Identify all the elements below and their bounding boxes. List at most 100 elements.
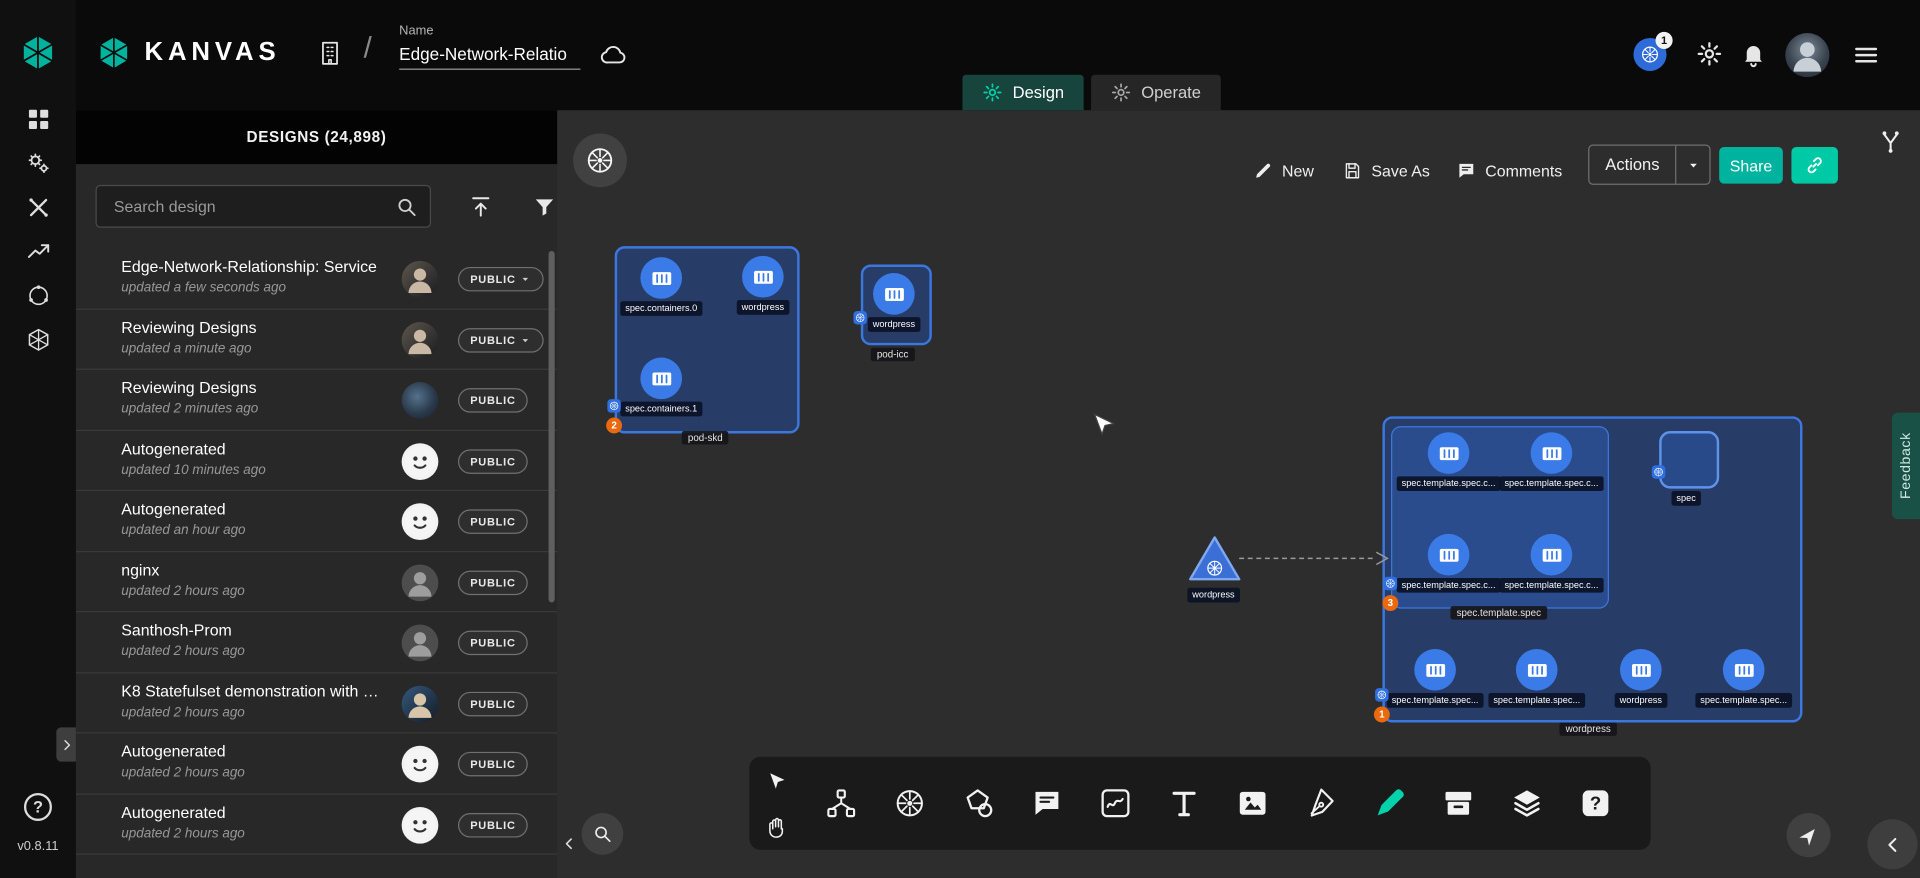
container-node[interactable] xyxy=(640,358,682,400)
performance-icon xyxy=(25,238,51,264)
cloud-sync-icon xyxy=(599,40,628,69)
container-node[interactable] xyxy=(873,273,915,315)
settings-gear-icon[interactable] xyxy=(1696,40,1723,67)
rail-item-lifecycle[interactable] xyxy=(23,149,52,176)
toolbox-icon xyxy=(25,194,51,220)
rail-item-dashboard[interactable] xyxy=(23,105,52,132)
visibility-badge[interactable]: PUBLIC xyxy=(458,752,528,776)
design-list-item[interactable]: Edge-Network-Relationship: Serviceupdate… xyxy=(76,249,557,310)
tool-text[interactable] xyxy=(1166,785,1203,822)
container-node[interactable] xyxy=(640,257,682,299)
hand-icon xyxy=(764,816,788,840)
tool-select[interactable] xyxy=(762,768,791,797)
import-design-icon[interactable] xyxy=(468,193,494,220)
tool-flow[interactable] xyxy=(823,785,860,822)
visibility-badge[interactable]: PUBLIC xyxy=(458,328,544,352)
design-name: Autogenerated xyxy=(121,500,225,518)
tool-pen[interactable] xyxy=(1303,785,1340,822)
user-avatar[interactable] xyxy=(1785,33,1829,77)
tab-design[interactable]: Design xyxy=(962,75,1083,111)
cursor-arrow-icon xyxy=(764,770,788,794)
designs-panel: DESIGNS (24,898) Edge-Network-Relationsh… xyxy=(76,110,557,878)
visibility-badge[interactable]: PUBLIC xyxy=(458,509,528,533)
container-node[interactable] xyxy=(1516,649,1558,691)
visibility-label: PUBLIC xyxy=(470,758,515,770)
tool-media[interactable] xyxy=(1234,785,1271,822)
chat-icon xyxy=(1030,786,1064,820)
panel-scrollbar[interactable] xyxy=(549,251,555,602)
visibility-badge[interactable]: PUBLIC xyxy=(458,449,528,473)
container-node[interactable] xyxy=(1531,534,1573,576)
service-node[interactable] xyxy=(1188,534,1242,583)
search-icon[interactable] xyxy=(395,194,419,218)
tool-drawer[interactable] xyxy=(1440,785,1477,822)
search-box xyxy=(96,185,432,228)
design-list-item[interactable]: nginxupdated 2 hours agoPUBLIC xyxy=(76,552,557,613)
design-name-input[interactable] xyxy=(399,42,580,70)
container-node[interactable] xyxy=(1414,649,1456,691)
rail-item-meshery[interactable] xyxy=(23,326,52,353)
tool-layers[interactable] xyxy=(1509,785,1546,822)
visibility-label: PUBLIC xyxy=(470,394,515,406)
hamburger-menu-icon[interactable] xyxy=(1851,40,1880,69)
shapes-icon xyxy=(961,786,995,820)
container-label: spec.template.spec.c... xyxy=(1397,476,1501,491)
design-list-item[interactable]: K8 Statefulset demonstration with moupda… xyxy=(76,673,557,734)
search-input[interactable] xyxy=(111,196,394,217)
tool-kubernetes[interactable] xyxy=(891,785,928,822)
tool-marker[interactable] xyxy=(1371,785,1408,822)
container-label: spec.template.spec... xyxy=(1387,693,1484,708)
rail-item-mesh[interactable] xyxy=(23,282,52,309)
filter-icon[interactable] xyxy=(531,193,557,220)
k8s-badge-icon xyxy=(607,399,620,412)
container-node[interactable] xyxy=(742,256,784,298)
rail-item-toolbox[interactable] xyxy=(23,193,52,220)
edge-connector xyxy=(1237,546,1391,570)
visibility-label: PUBLIC xyxy=(470,576,515,588)
design-list-item[interactable]: Reviewing Designsupdated 2 minutes agoPU… xyxy=(76,370,557,431)
container-node[interactable] xyxy=(1723,649,1765,691)
design-list-item[interactable]: Reviewing Designsupdated a minute agoPUB… xyxy=(76,309,557,370)
design-list-item[interactable]: Santhosh-Promupdated 2 hours agoPUBLIC xyxy=(76,612,557,673)
help-icon[interactable]: ? xyxy=(21,790,55,824)
container-node[interactable] xyxy=(1428,432,1470,474)
design-updated-text: updated 2 minutes ago xyxy=(121,402,258,417)
tool-doodle[interactable] xyxy=(1097,785,1134,822)
visibility-badge[interactable]: PUBLIC xyxy=(458,388,528,412)
drawer-icon xyxy=(1441,786,1475,820)
meshery-logo-icon[interactable] xyxy=(18,33,57,72)
visibility-badge[interactable]: PUBLIC xyxy=(458,570,528,594)
caret-down-icon xyxy=(519,273,531,285)
k8s-badge-icon xyxy=(1652,465,1665,478)
meshery-icon xyxy=(25,326,51,352)
k8s-config-node[interactable] xyxy=(1659,431,1719,489)
design-name: Autogenerated xyxy=(121,742,225,760)
design-list-item[interactable]: Autogeneratedupdated 2 hours agoPUBLIC xyxy=(76,794,557,855)
design-updated-text: updated an hour ago xyxy=(121,523,245,538)
tool-pan[interactable] xyxy=(762,813,791,842)
visibility-badge[interactable]: PUBLIC xyxy=(458,631,528,655)
design-name: Santhosh-Prom xyxy=(121,621,232,639)
design-list-item[interactable]: Autogenerated updated an hour ago PUBLIC xyxy=(76,491,557,552)
container-node[interactable] xyxy=(1531,432,1573,474)
kanvas-logo-icon xyxy=(96,34,133,71)
visibility-badge[interactable]: PUBLIC xyxy=(458,267,544,291)
design-list-item[interactable]: Autogeneratedupdated 2 hours agoPUBLIC xyxy=(76,733,557,794)
tool-chat[interactable] xyxy=(1029,785,1066,822)
brand[interactable]: KANVAS xyxy=(96,34,281,71)
container-node[interactable] xyxy=(1620,649,1662,691)
avatar-silhouette-icon xyxy=(1785,33,1829,77)
rail-item-performance[interactable] xyxy=(23,238,52,265)
organization-icon[interactable] xyxy=(316,39,344,67)
feedback-tab[interactable]: Feedback xyxy=(1892,413,1920,520)
container-node[interactable] xyxy=(1428,534,1470,576)
container-label: spec.containers.0 xyxy=(620,301,702,316)
notifications-bell-icon[interactable] xyxy=(1740,40,1767,67)
tab-operate[interactable]: Operate xyxy=(1091,75,1221,111)
visibility-badge[interactable]: PUBLIC xyxy=(458,812,528,836)
tool-shapes[interactable] xyxy=(960,785,997,822)
visibility-badge[interactable]: PUBLIC xyxy=(458,691,528,715)
tool-help[interactable]: ? xyxy=(1577,785,1614,822)
panel-collapse-handle[interactable] xyxy=(56,727,76,761)
design-list-item[interactable]: Autogeneratedupdated 10 minutes agoPUBLI… xyxy=(76,430,557,491)
